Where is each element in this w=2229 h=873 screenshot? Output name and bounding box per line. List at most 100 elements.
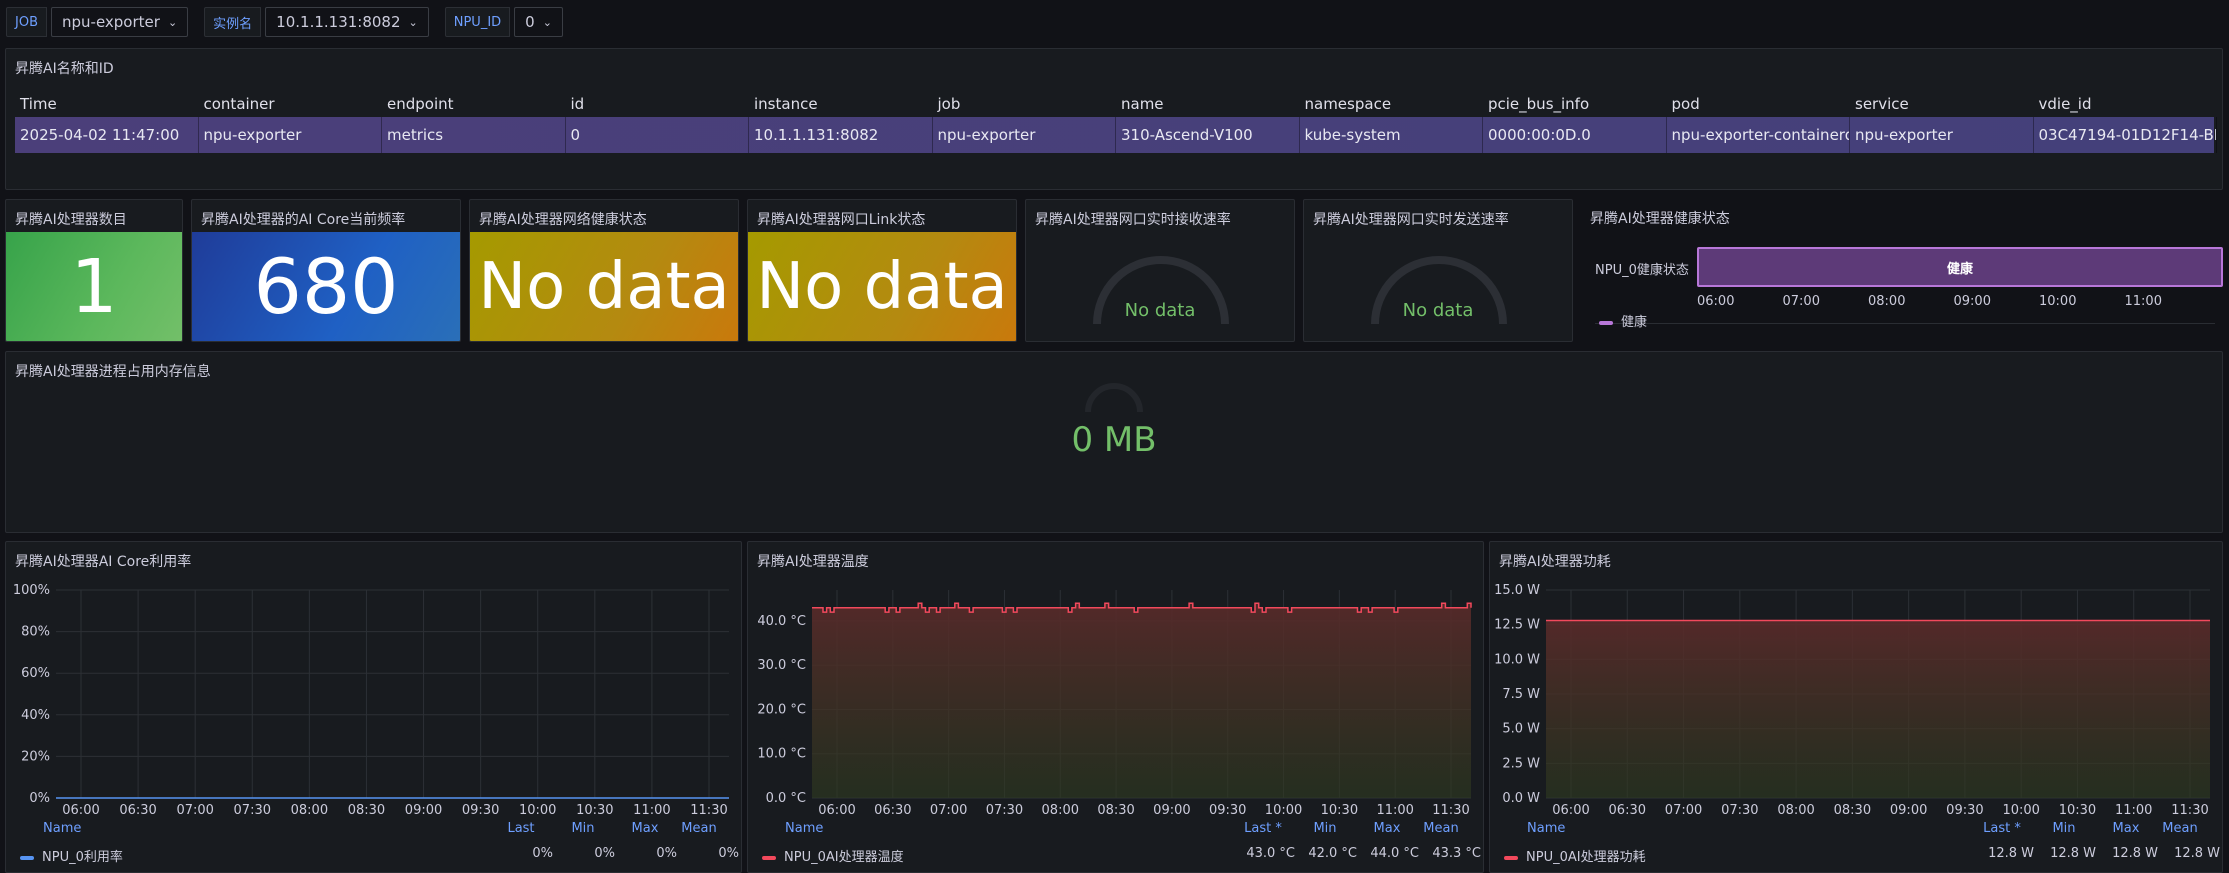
- x-tick-label: 07:00: [930, 803, 967, 818]
- network-health-panel: 昇腾AI处理器网络健康状态 No data: [469, 199, 739, 342]
- legend-header-max[interactable]: Max: [1374, 821, 1401, 836]
- legend-header-min[interactable]: Min: [2052, 821, 2075, 836]
- legend-value-last: 0%: [532, 846, 553, 861]
- column-header[interactable]: pod: [1667, 91, 1851, 117]
- legend-header-name[interactable]: Name: [785, 821, 823, 836]
- legend-header-mean[interactable]: Mean: [681, 821, 716, 836]
- x-tick-label: 10:00: [519, 803, 556, 818]
- gauge-value: No data: [1124, 300, 1196, 321]
- table-cell: 0: [566, 117, 749, 153]
- y-tick-label: 2.5 W: [1502, 756, 1540, 771]
- x-tick-label: 07:30: [234, 803, 271, 818]
- npu-count-stat: 1: [6, 232, 182, 341]
- x-tick-label: 08:30: [1834, 803, 1871, 818]
- legend-series-name: NPU_0AI处理器温度: [784, 850, 904, 865]
- timeline-tick-label: 08:00: [1868, 294, 1906, 309]
- column-header[interactable]: instance: [749, 91, 933, 117]
- x-tick-label: 06:30: [119, 803, 156, 818]
- x-tick-label: 06:00: [818, 803, 855, 818]
- column-header[interactable]: id: [566, 91, 750, 117]
- x-tick-label: 10:30: [576, 803, 613, 818]
- timeline-tick-label: 06:00: [1697, 294, 1735, 309]
- x-tick-label: 10:00: [2002, 803, 2039, 818]
- column-header[interactable]: service: [1850, 91, 2034, 117]
- table-row[interactable]: 2025-04-02 11:47:00 npu-exporter metrics 0 1…: [15, 117, 2217, 153]
- legend-row[interactable]: NPU_0AI处理器温度 43.0 °C 42.0 °C 44.0 °C 43.3 °C: [762, 846, 1481, 865]
- legend-header-max[interactable]: Max: [2113, 821, 2140, 836]
- panel-title: 昇腾AI处理器健康状态: [1590, 211, 1730, 227]
- x-tick-label: 08:00: [291, 803, 328, 818]
- x-tick-label: 08:30: [1097, 803, 1134, 818]
- y-tick-label: 10.0 W: [1494, 652, 1540, 667]
- legend-item[interactable]: 健康: [1599, 311, 1647, 330]
- instance-variable-value: 10.1.1.131:8082: [276, 13, 401, 31]
- rx-rate-panel: 昇腾AI处理器网口实时接收速率 No data: [1025, 199, 1295, 342]
- legend-header-min[interactable]: Min: [1313, 821, 1336, 836]
- y-tick-label: 0.0 W: [1502, 791, 1540, 806]
- column-header[interactable]: job: [933, 91, 1117, 117]
- table-cell: 310-Ascend-V100: [1116, 117, 1300, 153]
- legend-swatch: [20, 855, 34, 860]
- column-header[interactable]: container: [199, 91, 383, 117]
- table-cell: 03C47194-01D12F14-BEA0: [2034, 117, 2217, 153]
- column-header[interactable]: pcie_bus_info: [1483, 91, 1667, 117]
- column-header[interactable]: vdie_id: [2034, 91, 2218, 117]
- x-tick-label: 06:00: [62, 803, 99, 818]
- job-variable-value: npu-exporter: [62, 13, 160, 31]
- legend-header-mean[interactable]: Mean: [1423, 821, 1458, 836]
- x-tick-label: 06:30: [1609, 803, 1646, 818]
- npu-name-id-panel: 昇腾AI名称和ID Time container endpoint id instanc…: [5, 48, 2223, 190]
- npu-id-variable-select[interactable]: 0 ⌄: [514, 7, 563, 37]
- temperature-panel: 昇腾AI处理器温度 0.0 °C 10.0 °C 20.0 °C 30.0 °C 40.…: [747, 541, 1484, 873]
- column-header[interactable]: name: [1116, 91, 1300, 117]
- x-tick-label: 11:30: [690, 803, 727, 818]
- chevron-down-icon: ⌄: [542, 15, 552, 29]
- legend-header-name[interactable]: Name: [43, 821, 81, 836]
- legend-value-max: 44.0 °C: [1370, 846, 1419, 861]
- column-header[interactable]: Time: [15, 91, 199, 117]
- y-tick-label: 40.0 °C: [757, 614, 806, 629]
- x-tick-label: 06:30: [874, 803, 911, 818]
- legend-label: 健康: [1621, 315, 1648, 330]
- y-tick-label: 30.0 °C: [757, 658, 806, 673]
- memory-value: 0 MB: [1071, 420, 1157, 460]
- state-bar[interactable]: 健康: [1697, 247, 2223, 287]
- legend-header-mean[interactable]: Mean: [2162, 821, 2197, 836]
- legend-header-last-star[interactable]: Last *: [1244, 821, 1282, 836]
- instance-variable-select[interactable]: 10.1.1.131:8082 ⌄: [265, 7, 429, 37]
- table-cell: npu-exporter-containerd-v: [1667, 117, 1850, 153]
- table-cell: 0000:00:0D.0: [1483, 117, 1667, 153]
- legend-header-name[interactable]: Name: [1527, 821, 1565, 836]
- x-tick-label: 08:00: [1777, 803, 1814, 818]
- x-tick-label: 08:00: [1042, 803, 1079, 818]
- legend-row[interactable]: NPU_0AI处理器功耗 12.8 W 12.8 W 12.8 W 12.8 W: [1504, 846, 2220, 865]
- x-tick-label: 09:30: [462, 803, 499, 818]
- stat-value: No data: [478, 249, 730, 324]
- series-area: [812, 603, 1471, 798]
- table-cell: metrics: [382, 117, 566, 153]
- aicore-frequency-panel: 昇腾AI处理器的AI Core当前频率 680: [191, 199, 461, 342]
- column-header[interactable]: namespace: [1300, 91, 1484, 117]
- timeline-tick-label: 07:00: [1782, 294, 1820, 309]
- legend-header-last-star[interactable]: Last *: [1983, 821, 2021, 836]
- timeline-tick-label: 09:00: [1953, 294, 1991, 309]
- legend-series-name: NPU_0利用率: [42, 850, 123, 865]
- x-tick-label: 11:00: [633, 803, 670, 818]
- legend-row[interactable]: NPU_0利用率 0% 0% 0% 0%: [20, 846, 739, 865]
- legend-value-mean: 0%: [718, 846, 739, 861]
- legend-header-min[interactable]: Min: [571, 821, 594, 836]
- tx-rate-panel: 昇腾AI处理器网口实时发送速率 No data: [1303, 199, 1573, 342]
- panel-title: 昇腾AI处理器网络健康状态: [479, 212, 647, 228]
- x-tick-label: 06:00: [1552, 803, 1589, 818]
- aicore-utilization-panel: 昇腾AI处理器AI Core利用率 0% 20% 40% 60% 80% 100% 06:0…: [5, 541, 742, 873]
- job-variable-select[interactable]: npu-exporter ⌄: [51, 7, 189, 37]
- y-tick-label: 7.5 W: [1502, 687, 1540, 702]
- column-header[interactable]: endpoint: [382, 91, 566, 117]
- job-variable-label: JOB: [6, 7, 47, 37]
- legend-header-max[interactable]: Max: [632, 821, 659, 836]
- chevron-down-icon: ⌄: [408, 15, 418, 29]
- y-tick-label: 100%: [13, 583, 50, 598]
- variable-bar: JOB npu-exporter ⌄ 实例名 10.1.1.131:8082 ⌄ N…: [6, 6, 579, 38]
- legend-header-last[interactable]: Last: [507, 821, 534, 836]
- x-tick-label: 07:30: [986, 803, 1023, 818]
